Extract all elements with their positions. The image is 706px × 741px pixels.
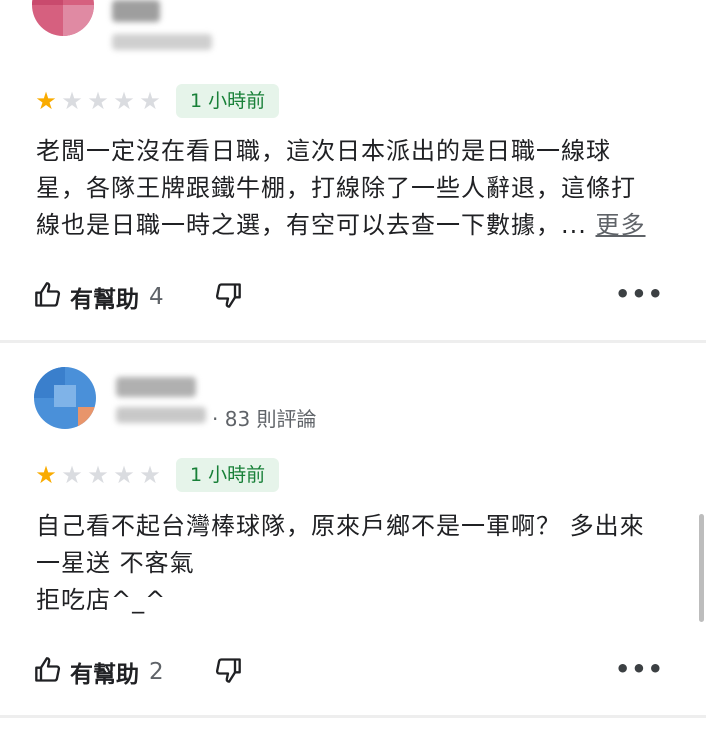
star-filled-icon: ★ [35,87,57,115]
review-body: 自己看不起台灣棒球隊，原來戶鄉不是一軍啊？ 多出來 一星送 不客氣 拒吃店^_^ [36,512,645,614]
reviewer-name[interactable] [116,377,196,397]
thumb-down-icon[interactable] [214,281,242,313]
review-actions: 有幫助 2 [34,654,242,690]
star-empty-icon: ★ [139,87,161,115]
review-text: 自己看不起台灣棒球隊，原來戶鄉不是一軍啊？ 多出來 一星送 不客氣 拒吃店^_^ [36,508,676,619]
divider [0,715,706,718]
helpful-count: 4 [149,284,164,310]
star-empty-icon: ★ [113,461,135,489]
avatar[interactable] [34,367,96,429]
thumb-down-icon[interactable] [214,656,242,688]
reviewer-name[interactable] [112,0,160,22]
star-empty-icon: ★ [61,461,83,489]
helpful-count: 2 [149,659,164,685]
helpful-button[interactable]: 有幫助 [70,280,139,314]
review-body: 老闆一定沒在看日職，這次日本派出的是日職一線球 星，各隊王牌跟鐵牛棚，打線除了一… [36,137,636,239]
scrollbar[interactable] [699,514,704,622]
more-options-icon[interactable]: ••• [615,280,664,308]
review-actions: 有幫助 4 [34,279,242,315]
star-rating: ★ ★ ★ ★ ★ [34,87,162,115]
thumb-up-icon[interactable] [34,656,62,688]
star-empty-icon: ★ [113,87,135,115]
review-card: ★ ★ ★ ★ ★ 1 小時前 老闆一定沒在看日職，這次日本派出的是日職一線球 … [0,0,706,340]
review-time-badge: 1 小時前 [176,458,280,492]
reviewer-meta [116,407,206,423]
star-rating: ★ ★ ★ ★ ★ [34,461,162,489]
star-empty-icon: ★ [87,87,109,115]
more-link[interactable]: 更多 [596,211,646,239]
star-empty-icon: ★ [87,461,109,489]
review-card: · 83 則評論 ★ ★ ★ ★ ★ 1 小時前 自己看不起台灣棒球隊，原來戶鄉… [0,343,706,715]
thumb-up-icon[interactable] [34,281,62,313]
review-text: 老闆一定沒在看日職，這次日本派出的是日職一線球 星，各隊王牌跟鐵牛棚，打線除了一… [36,133,676,244]
star-empty-icon: ★ [139,461,161,489]
more-options-icon[interactable]: ••• [615,655,664,683]
review-time-badge: 1 小時前 [176,84,280,118]
star-filled-icon: ★ [35,461,57,489]
avatar[interactable] [32,0,94,36]
reviewer-meta [112,34,212,50]
helpful-button[interactable]: 有幫助 [70,655,139,689]
review-count: · 83 則評論 [212,407,317,431]
star-empty-icon: ★ [61,87,83,115]
